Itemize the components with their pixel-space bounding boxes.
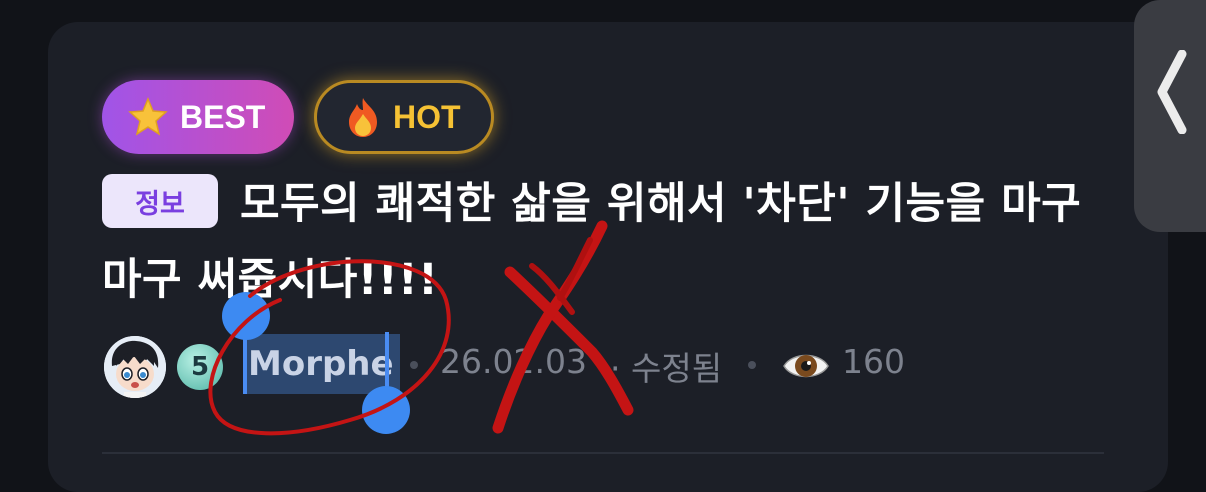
selection-start-handle[interactable]	[222, 292, 270, 340]
hot-badge-label: HOT	[393, 98, 461, 135]
selection-end-bar	[385, 332, 389, 394]
side-panel-tab[interactable]	[1134, 0, 1206, 232]
meta-separator	[748, 361, 756, 369]
selection-start-bar	[243, 332, 247, 394]
chevron-left-icon	[1157, 50, 1187, 134]
avatar[interactable]	[104, 336, 166, 398]
user-level-badge: 5	[177, 344, 223, 390]
meta-separator	[410, 361, 418, 369]
best-badge: BEST	[102, 80, 294, 154]
divider	[102, 452, 1104, 454]
eye-icon	[783, 354, 829, 378]
selection-end-handle[interactable]	[362, 386, 410, 434]
best-badge-label: BEST	[180, 98, 266, 135]
hot-badge: HOT	[314, 80, 494, 154]
author-name[interactable]: Morphe	[246, 334, 400, 394]
star-icon	[128, 97, 168, 136]
edited-label: · 수정됨	[610, 349, 723, 388]
post-date: 26.02.03	[440, 342, 587, 381]
view-count: 160	[842, 342, 905, 381]
avatar-character-icon	[104, 336, 166, 398]
fire-icon	[349, 98, 377, 137]
post-meta: 5 Morphe 26.02.03 · 수정됨 160	[0, 292, 1206, 434]
